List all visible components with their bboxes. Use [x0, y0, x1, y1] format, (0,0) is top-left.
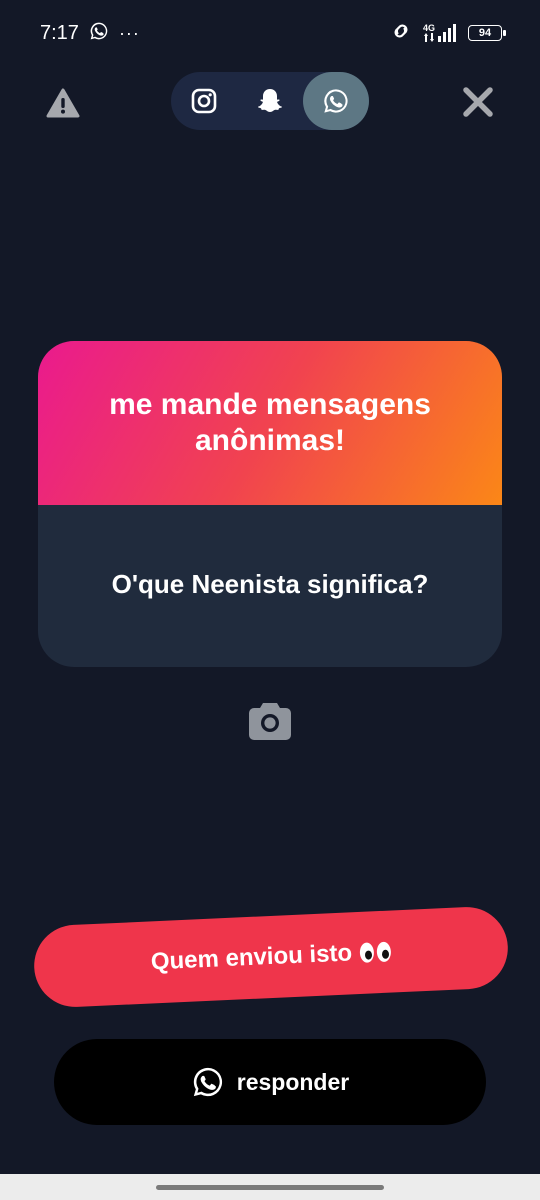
more-notifications-icon: ··· — [118, 22, 140, 43]
eyes-icon — [359, 941, 392, 963]
network-label: 4G — [422, 23, 435, 33]
whatsapp-icon — [193, 1067, 222, 1097]
message-card: me mande mensagens anônimas! O'que Neeni… — [38, 341, 502, 667]
share-options — [171, 72, 369, 130]
reply-label: responder — [236, 1068, 350, 1095]
signal-icon: 4G — [423, 24, 458, 42]
screenshot-button[interactable] — [248, 700, 292, 742]
status-right: 4G 94 — [389, 21, 506, 46]
report-button[interactable] — [46, 86, 80, 120]
share-instagram-button[interactable] — [171, 72, 237, 130]
warning-icon — [46, 88, 80, 118]
message-question: O'que Neenista significa? — [111, 568, 429, 599]
whatsapp-notification-icon — [89, 21, 109, 46]
share-whatsapp-button[interactable] — [303, 72, 369, 130]
card-header: me mande mensagens anônimas! — [38, 341, 502, 505]
top-bar — [0, 72, 540, 132]
share-snapchat-button[interactable] — [237, 72, 303, 130]
link-icon — [389, 21, 413, 46]
close-icon — [463, 87, 493, 117]
reply-button[interactable]: responder — [54, 1039, 486, 1125]
status-bar: 7:17 ··· 4G 94 — [0, 0, 540, 66]
status-left: 7:17 ··· — [40, 21, 140, 46]
close-button[interactable] — [460, 84, 496, 120]
battery-indicator: 94 — [468, 25, 506, 41]
card-body: O'que Neenista significa? — [38, 505, 502, 667]
navigation-bar — [0, 1174, 540, 1200]
camera-icon — [249, 703, 291, 740]
snapchat-icon — [258, 89, 282, 112]
home-indicator[interactable] — [156, 1185, 384, 1190]
card-title: me mande mensagens anônimas! — [109, 388, 431, 457]
who-sent-label: Quem enviou isto — [150, 939, 353, 976]
status-time: 7:17 — [40, 21, 79, 44]
whatsapp-icon — [324, 89, 348, 113]
who-sent-button[interactable]: Quem enviou isto — [32, 905, 510, 1009]
instagram-icon — [191, 88, 217, 114]
